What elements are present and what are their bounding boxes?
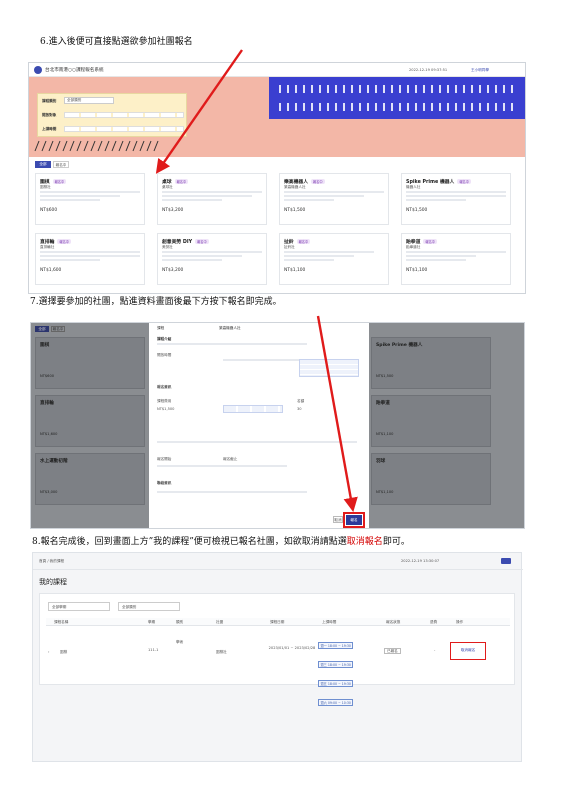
arrow-to-card — [155, 49, 243, 174]
arrow-to-register — [316, 315, 358, 513]
annotation-arrows — [155, 49, 358, 513]
